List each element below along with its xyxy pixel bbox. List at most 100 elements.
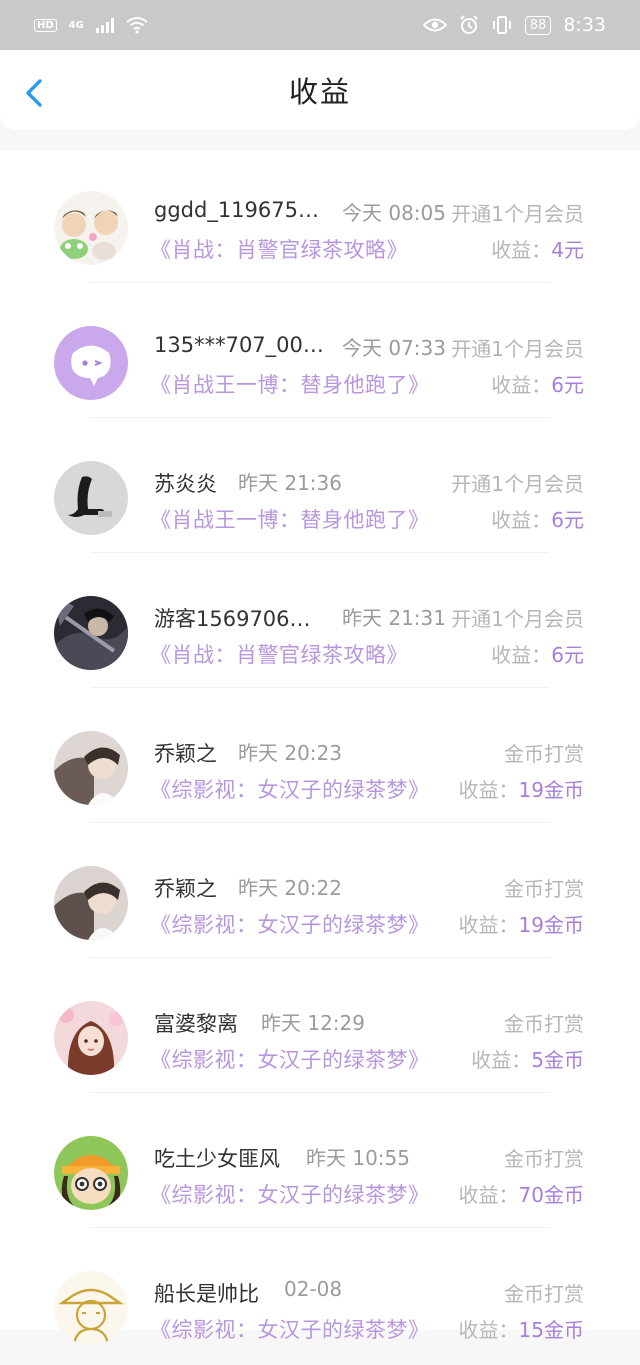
- earnings-label: 收益：: [491, 373, 552, 397]
- avatar: [54, 1271, 128, 1345]
- network-label: 4G: [68, 19, 84, 31]
- earnings: 收益：70金币: [459, 1179, 584, 1208]
- divider: [90, 1092, 550, 1093]
- vibrate-icon: [492, 16, 511, 34]
- divider: [90, 1227, 550, 1228]
- record-time: 昨天 20:22: [238, 876, 342, 900]
- book-title: 《综影视：女汉子的绿茶梦》: [150, 913, 430, 937]
- earnings-amount: 6元: [551, 643, 584, 667]
- book-title: 《肖战：肖警官绿茶攻略》: [150, 643, 408, 667]
- book-title: 《肖战王一博：替身他跑了》: [150, 373, 430, 397]
- earnings-label: 收益：: [491, 238, 552, 262]
- earnings-amount: 5金币: [531, 1048, 584, 1072]
- book-title: 《综影视：女汉子的绿茶梦》: [150, 1318, 430, 1342]
- earnings-label: 收益：: [458, 1183, 519, 1207]
- user-name: ggdd_119675…: [154, 198, 319, 222]
- record-time: 今天 07:33: [342, 336, 446, 360]
- book-title: 《综影视：女汉子的绿茶梦》: [150, 1183, 430, 1207]
- record-type: 开通1个月会员: [451, 202, 584, 226]
- user-name: 乔颖之: [154, 742, 217, 766]
- divider: [90, 822, 550, 823]
- record-type: 开通1个月会员: [451, 607, 584, 631]
- book-title: 《肖战王一博：替身他跑了》: [150, 508, 430, 532]
- avatar: [54, 326, 128, 400]
- divider: [90, 282, 550, 283]
- user-name: 苏炎炎: [154, 472, 217, 496]
- earnings-list: ggdd_119675… 今天 08:05 开通1个月会员 《肖战：肖警官绿茶攻…: [0, 150, 640, 1345]
- earnings-amount: 6元: [551, 373, 584, 397]
- user-name: 乔颖之: [154, 877, 217, 901]
- earnings: 收益：4元: [491, 234, 584, 263]
- nav-header: 收益: [0, 50, 640, 130]
- record-type: 金币打赏: [504, 1147, 584, 1171]
- avatar: [54, 731, 128, 805]
- list-item[interactable]: 乔颖之 昨天 20:23 金币打赏 《综影视：女汉子的绿茶梦》 收益：19金币: [0, 690, 640, 825]
- user-name: 富婆黎离: [154, 1012, 238, 1036]
- earnings: 收益：19金币: [459, 774, 584, 803]
- earnings: 收益：6元: [491, 639, 584, 668]
- earnings: 收益：19金币: [459, 909, 584, 938]
- list-item[interactable]: 135***707_00… 今天 07:33 开通1个月会员 《肖战王一博：替身…: [0, 285, 640, 420]
- earnings-amount: 19金币: [518, 778, 584, 802]
- record-time: 02-08: [284, 1277, 343, 1301]
- list-item[interactable]: 船长是帅比 02-08 金币打赏 《综影视：女汉子的绿茶梦》 收益：15金币: [0, 1230, 640, 1365]
- record-time: 今天 08:05: [342, 201, 446, 225]
- record-time: 昨天 10:55: [306, 1146, 410, 1170]
- record-type: 开通1个月会员: [451, 337, 584, 361]
- avatar: [54, 1136, 128, 1210]
- earnings: 收益：5金币: [471, 1044, 584, 1073]
- earnings-label: 收益：: [458, 778, 519, 802]
- list-item[interactable]: 游客1569706… 昨天 21:31 开通1个月会员 《肖战：肖警官绿茶攻略》…: [0, 555, 640, 690]
- avatar: [54, 191, 128, 265]
- record-type: 金币打赏: [504, 877, 584, 901]
- earnings: 收益：15金币: [459, 1314, 584, 1343]
- book-title: 《综影视：女汉子的绿茶梦》: [150, 1048, 430, 1072]
- divider: [90, 687, 550, 688]
- divider: [90, 552, 550, 553]
- eye-icon: [422, 18, 447, 32]
- divider: [90, 417, 550, 418]
- record-type: 金币打赏: [504, 1282, 584, 1306]
- record-time: 昨天 12:29: [261, 1011, 365, 1035]
- list-item[interactable]: 苏炎炎 昨天 21:36 开通1个月会员 《肖战王一博：替身他跑了》 收益：6元: [0, 420, 640, 555]
- record-time: 昨天 21:36: [238, 471, 342, 495]
- earnings-label: 收益：: [471, 1048, 532, 1072]
- earnings-amount: 4元: [551, 238, 584, 262]
- earnings-label: 收益：: [491, 643, 552, 667]
- earnings-amount: 6元: [551, 508, 584, 532]
- earnings: 收益：6元: [491, 504, 584, 533]
- clock: 8:33: [563, 14, 606, 36]
- divider: [90, 957, 550, 958]
- battery-icon: 88: [524, 15, 552, 35]
- user-name: 游客1569706…: [154, 607, 311, 631]
- page-title: 收益: [288, 75, 351, 109]
- list-item[interactable]: 吃土少女匪风 昨天 10:55 金币打赏 《综影视：女汉子的绿茶梦》 收益：70…: [0, 1095, 640, 1230]
- earnings-label: 收益：: [491, 508, 552, 532]
- earnings-amount: 70金币: [518, 1183, 584, 1207]
- record-type: 金币打赏: [504, 742, 584, 766]
- user-name: 135***707_00…: [154, 333, 324, 357]
- list-item[interactable]: 乔颖之 昨天 20:22 金币打赏 《综影视：女汉子的绿茶梦》 收益：19金币: [0, 825, 640, 960]
- avatar: [54, 1001, 128, 1075]
- earnings: 收益：6元: [491, 369, 584, 398]
- avatar: [54, 866, 128, 940]
- book-title: 《肖战：肖警官绿茶攻略》: [150, 238, 408, 262]
- record-time: 昨天 21:31: [342, 606, 446, 630]
- list-item[interactable]: ggdd_119675… 今天 08:05 开通1个月会员 《肖战：肖警官绿茶攻…: [0, 150, 640, 285]
- record-type: 开通1个月会员: [451, 472, 584, 496]
- record-time: 昨天 20:23: [238, 741, 342, 765]
- user-name: 船长是帅比: [154, 1282, 259, 1306]
- hd-icon: HD: [34, 18, 57, 32]
- earnings-amount: 19金币: [518, 913, 584, 937]
- earnings-label: 收益：: [458, 913, 519, 937]
- avatar: [54, 596, 128, 670]
- user-name: 吃土少女匪风: [154, 1147, 280, 1171]
- alarm-icon: [460, 15, 478, 34]
- avatar: [54, 461, 128, 535]
- earnings-label: 收益：: [458, 1318, 519, 1342]
- list-item[interactable]: 富婆黎离 昨天 12:29 金币打赏 《综影视：女汉子的绿茶梦》 收益：5金币: [0, 960, 640, 1095]
- signal-icon: [95, 17, 114, 33]
- book-title: 《综影视：女汉子的绿茶梦》: [150, 778, 430, 802]
- back-arrow-icon[interactable]: [22, 78, 46, 108]
- record-type: 金币打赏: [504, 1012, 584, 1036]
